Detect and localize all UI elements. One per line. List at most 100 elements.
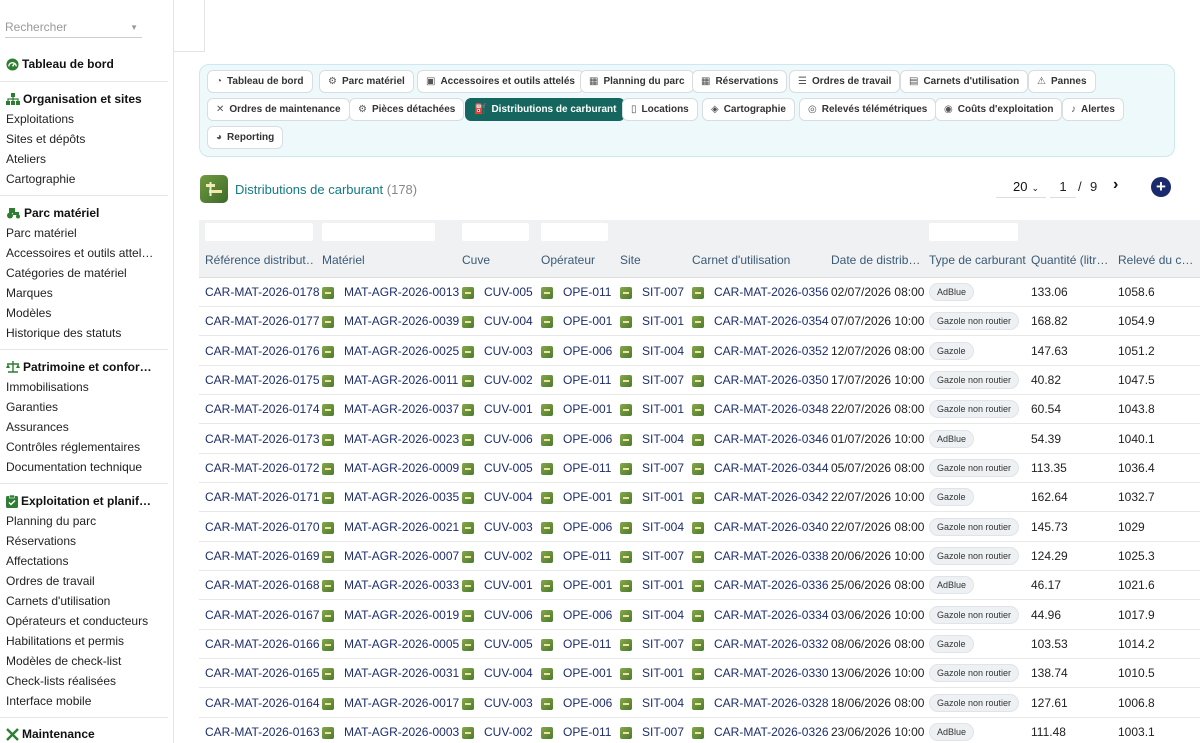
cell-site[interactable]: SIT-004 (642, 432, 684, 446)
cell-ref[interactable]: CAR-MAT-2026-0175 (205, 373, 320, 387)
cell-cuve[interactable]: CUV-005 (484, 637, 533, 651)
cell-carnet[interactable]: CAR-MAT-2026-0330 (714, 666, 829, 680)
sidebar-item-documentation[interactable]: Documentation technique (6, 460, 142, 474)
sidebar-item-affectations[interactable]: Affectations (6, 554, 68, 568)
cell-cuve[interactable]: CUV-006 (484, 608, 533, 622)
sidebar-item-controles[interactable]: Contrôles réglementaires (6, 440, 140, 454)
cell-cuve[interactable]: CUV-004 (484, 314, 533, 328)
cell-ref[interactable]: CAR-MAT-2026-0166 (205, 637, 320, 651)
cell-operateur[interactable]: OPE-001 (563, 578, 612, 592)
search-select[interactable]: Rechercher ▼ (5, 16, 142, 38)
cell-carnet[interactable]: CAR-MAT-2026-0332 (714, 637, 829, 651)
cell-carnet[interactable]: CAR-MAT-2026-0348 (714, 402, 829, 416)
sidebar-item-habilitations[interactable]: Habilitations et permis (6, 634, 124, 648)
cell-cuve[interactable]: CUV-002 (484, 373, 533, 387)
table-row[interactable]: CAR-MAT-2026-0171 MAT-AGR-2026-0035 CUV-00… (199, 483, 1200, 513)
sidebar-item-categories[interactable]: Catégories de matériel (6, 266, 127, 280)
cell-cuve[interactable]: CUV-003 (484, 696, 533, 710)
cell-cuve[interactable]: CUV-002 (484, 725, 533, 739)
cell-materiel[interactable]: MAT-AGR-2026-0007 (344, 549, 459, 563)
sidebar-item-accessoires[interactable]: Accessoires et outils attel… (6, 246, 153, 260)
cell-site[interactable]: SIT-007 (642, 549, 684, 563)
sidebar-item-operateurs[interactable]: Opérateurs et conducteurs (6, 614, 148, 628)
tab-planning[interactable]: ▦ Planning du parc (580, 70, 694, 93)
sidebar-item-garanties[interactable]: Garanties (6, 400, 58, 414)
page-size-select[interactable]: 20 ⌄ (996, 178, 1046, 198)
cell-site[interactable]: SIT-004 (642, 344, 684, 358)
cell-materiel[interactable]: MAT-AGR-2026-0005 (344, 637, 459, 651)
sidebar-item-planning[interactable]: Planning du parc (6, 514, 96, 528)
table-row[interactable]: CAR-MAT-2026-0177 MAT-AGR-2026-0039 CUV-00… (199, 307, 1200, 337)
cell-materiel[interactable]: MAT-AGR-2026-0035 (344, 490, 459, 504)
tab-tableau-de-bord[interactable]: ◔ Tableau de bord (207, 70, 313, 93)
table-row[interactable]: CAR-MAT-2026-0170 MAT-AGR-2026-0021 CUV-00… (199, 512, 1200, 542)
column-header[interactable]: Référence distribut… (205, 253, 313, 267)
cell-site[interactable]: SIT-001 (642, 490, 684, 504)
chevron-down-icon[interactable]: ▼ (130, 23, 138, 32)
filter-input-reference[interactable] (205, 223, 313, 241)
cell-materiel[interactable]: MAT-AGR-2026-0003 (344, 725, 459, 739)
cell-cuve[interactable]: CUV-004 (484, 490, 533, 504)
tab-distributions-carburant[interactable]: ⛽ Distributions de carburant (465, 98, 626, 121)
cell-ref[interactable]: CAR-MAT-2026-0164 (205, 696, 320, 710)
cell-site[interactable]: SIT-007 (642, 285, 684, 299)
cell-materiel[interactable]: MAT-AGR-2026-0037 (344, 402, 459, 416)
cell-site[interactable]: SIT-001 (642, 578, 684, 592)
cell-carnet[interactable]: CAR-MAT-2026-0356 (714, 285, 829, 299)
sidebar-section-patrimoine[interactable]: Patrimoine et confor… (6, 360, 152, 374)
cell-ref[interactable]: CAR-MAT-2026-0176 (205, 344, 320, 358)
column-header[interactable]: Carnet d'utilisation (692, 253, 790, 267)
table-row[interactable]: CAR-MAT-2026-0176 MAT-AGR-2026-0025 CUV-00… (199, 336, 1200, 366)
sidebar-item-ordres-travail[interactable]: Ordres de travail (6, 574, 95, 588)
tab-reporting[interactable]: ◕ Reporting (207, 126, 284, 149)
cell-site[interactable]: SIT-004 (642, 520, 684, 534)
sidebar-item-checklists[interactable]: Check-lists réalisées (6, 674, 116, 688)
filter-input-materiel[interactable] (322, 223, 435, 241)
cell-site[interactable]: SIT-001 (642, 314, 684, 328)
cell-ref[interactable]: CAR-MAT-2026-0168 (205, 578, 320, 592)
cell-materiel[interactable]: MAT-AGR-2026-0019 (344, 608, 459, 622)
sidebar-item-mobile[interactable]: Interface mobile (6, 694, 91, 708)
cell-cuve[interactable]: CUV-005 (484, 285, 533, 299)
cell-ref[interactable]: CAR-MAT-2026-0177 (205, 314, 320, 328)
cell-ref[interactable]: CAR-MAT-2026-0178 (205, 285, 320, 299)
cell-operateur[interactable]: OPE-011 (563, 461, 611, 475)
sidebar-item-parc-materiel[interactable]: Parc matériel (6, 226, 77, 240)
cell-ref[interactable]: CAR-MAT-2026-0167 (205, 608, 320, 622)
tab-locations[interactable]: ▯ Locations (622, 98, 698, 121)
cell-operateur[interactable]: OPE-001 (563, 314, 612, 328)
table-row[interactable]: CAR-MAT-2026-0175 MAT-AGR-2026-0011 CUV-00… (199, 366, 1200, 395)
cell-ref[interactable]: CAR-MAT-2026-0170 (205, 520, 320, 534)
cell-carnet[interactable]: CAR-MAT-2026-0340 (714, 520, 829, 534)
cell-cuve[interactable]: CUV-006 (484, 432, 533, 446)
page-number-input[interactable]: 1 (1050, 178, 1076, 198)
cell-site[interactable]: SIT-007 (642, 637, 684, 651)
sidebar-section-parc[interactable]: Parc matériel (6, 206, 99, 220)
cell-operateur[interactable]: OPE-006 (563, 520, 612, 534)
cell-carnet[interactable]: CAR-MAT-2026-0336 (714, 578, 829, 592)
cell-operateur[interactable]: OPE-011 (563, 549, 611, 563)
sidebar-section-maintenance[interactable]: Maintenance (6, 727, 95, 741)
column-header[interactable]: Cuve (462, 253, 490, 267)
cell-ref[interactable]: CAR-MAT-2026-0173 (205, 432, 320, 446)
cell-carnet[interactable]: CAR-MAT-2026-0350 (714, 373, 829, 387)
tab-ordres-maintenance[interactable]: ✕ Ordres de maintenance (207, 98, 350, 121)
sidebar-item-sites[interactable]: Sites et dépôts (6, 132, 85, 146)
tab-reservations[interactable]: ▦ Réservations (692, 70, 788, 93)
cell-materiel[interactable]: MAT-AGR-2026-0021 (344, 520, 459, 534)
sidebar-item-reservations[interactable]: Réservations (6, 534, 76, 548)
cell-materiel[interactable]: MAT-AGR-2026-0023 (344, 432, 459, 446)
column-header[interactable]: Opérateur (541, 253, 595, 267)
cell-carnet[interactable]: CAR-MAT-2026-0354 (714, 314, 829, 328)
cell-carnet[interactable]: CAR-MAT-2026-0352 (714, 344, 829, 358)
tab-carnets[interactable]: ▤ Carnets d'utilisation (900, 70, 1029, 93)
table-row[interactable]: CAR-MAT-2026-0169 MAT-AGR-2026-0007 CUV-00… (199, 542, 1200, 571)
cell-materiel[interactable]: MAT-AGR-2026-0025 (344, 344, 459, 358)
cell-cuve[interactable]: CUV-001 (484, 402, 533, 416)
column-header[interactable]: Quantité (litr… (1031, 253, 1109, 267)
cell-cuve[interactable]: CUV-001 (484, 578, 533, 592)
table-row[interactable]: CAR-MAT-2026-0168 MAT-AGR-2026-0033 CUV-00… (199, 571, 1200, 601)
sidebar-section-dashboard[interactable]: Tableau de bord (6, 57, 114, 71)
cell-carnet[interactable]: CAR-MAT-2026-0328 (714, 696, 829, 710)
tab-pieces[interactable]: ⚙ Pièces détachées (349, 98, 465, 121)
